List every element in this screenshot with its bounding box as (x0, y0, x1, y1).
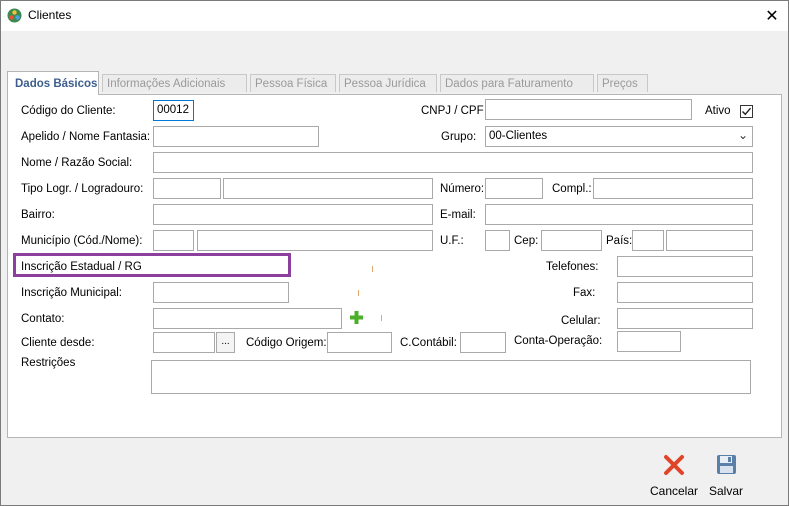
compl-label: Compl.: (552, 183, 592, 195)
bairro-field[interactable] (153, 204, 433, 225)
grupo-value: 00-Clientes (489, 130, 548, 142)
cep-field[interactable] (541, 230, 602, 251)
inscricao-municipal-field[interactable] (153, 282, 289, 303)
cnpj-field[interactable] (485, 99, 692, 120)
close-button[interactable]: ✕ (757, 2, 787, 30)
contato-label: Contato: (21, 313, 65, 325)
municipio-label: Município (Cód./Nome): (21, 235, 143, 247)
inscricao-estadual-highlight (13, 253, 291, 277)
conta-operacao-field[interactable] (617, 331, 681, 352)
tab-dados-faturamento[interactable]: Dados para Faturamento (440, 74, 594, 92)
uf-label: U.F.: (440, 235, 464, 247)
apelido-field[interactable] (153, 126, 319, 147)
nome-label: Nome / Razão Social: (21, 157, 133, 169)
uf-field[interactable] (485, 230, 510, 251)
pais-nome-field[interactable] (666, 230, 753, 251)
window-title: Clientes (28, 8, 72, 22)
tipo-logradouro-label: Tipo Logr. / Logradouro: (21, 183, 144, 195)
numero-field[interactable] (485, 178, 543, 199)
logradouro-field[interactable] (223, 178, 433, 199)
grupo-select[interactable]: 00-Clientes ⌄ (485, 126, 753, 147)
title-bar: Clientes ✕ (1, 1, 788, 31)
municipio-codigo-field[interactable] (153, 230, 194, 251)
compl-field[interactable] (593, 178, 753, 199)
tab-dados-basicos[interactable]: Dados Básicos (7, 71, 99, 95)
pais-label: País: (606, 235, 633, 247)
pais-codigo-field[interactable] (632, 230, 664, 251)
ativo-checkbox[interactable] (740, 105, 753, 118)
tab-precos[interactable]: Preços (597, 74, 648, 92)
contabil-label: C.Contábil: (400, 337, 457, 349)
cliente-desde-label: Cliente desde: (21, 337, 95, 349)
bairro-label: Bairro: (21, 209, 55, 221)
conta-operacao-label: Conta-Operação: (514, 335, 603, 347)
fax-label: Fax: (573, 287, 596, 299)
cnpj-label: CNPJ / CPF (421, 105, 484, 117)
celular-field[interactable] (617, 308, 753, 329)
date-picker-button[interactable]: ... (216, 332, 235, 353)
cliente-desde-field[interactable] (153, 332, 215, 353)
cancelar-label: Cancelar (649, 484, 699, 498)
grupo-label: Grupo: (441, 131, 477, 143)
tab-pessoa-fisica[interactable]: Pessoa Física (250, 74, 336, 92)
codigo-label: Código do Cliente: (21, 105, 116, 117)
numero-label: Número: (440, 183, 485, 195)
ativo-label: Ativo (705, 105, 731, 117)
tab-pessoa-juridica[interactable]: Pessoa Jurídica (339, 74, 437, 92)
codigo-origem-label: Código Origem: (246, 337, 327, 349)
clientes-window: Clientes ✕ Dados Básicos Informações Adi… (0, 0, 789, 506)
chevron-down-icon: ⌄ (737, 128, 748, 142)
salvar-button[interactable]: Salvar (706, 454, 746, 498)
email-field[interactable] (485, 204, 753, 225)
codigo-origem-field[interactable] (327, 332, 392, 353)
salvar-label: Salvar (708, 484, 743, 498)
save-icon (716, 455, 736, 474)
check-icon (742, 107, 752, 116)
restricoes-field[interactable] (151, 360, 751, 394)
inscricao-municipal-label: Inscrição Municipal: (21, 287, 122, 299)
marker-tick (358, 290, 359, 296)
email-label: E-mail: (440, 209, 476, 221)
cancel-icon (664, 455, 684, 475)
contato-field[interactable] (153, 308, 342, 329)
tipo-logradouro-field[interactable] (153, 178, 221, 199)
cancelar-button[interactable]: Cancelar (649, 454, 699, 498)
cep-label: Cep: (514, 235, 539, 247)
marker-tick (372, 266, 373, 272)
app-icon (7, 8, 22, 23)
telefones-label: Telefones: (546, 261, 599, 273)
codigo-field[interactable]: 00012 (153, 100, 194, 121)
fax-field[interactable] (617, 282, 753, 303)
celular-label: Celular: (561, 315, 601, 327)
nome-field[interactable] (153, 152, 753, 173)
tab-informacoes-adicionais[interactable]: Informações Adicionais (102, 74, 247, 92)
add-contact-icon[interactable] (349, 310, 364, 325)
marker-tick (381, 315, 382, 321)
contabil-field[interactable] (460, 332, 506, 353)
restricoes-label: Restrições (21, 357, 76, 369)
telefones-field[interactable] (617, 256, 753, 277)
close-icon: ✕ (765, 8, 779, 25)
municipio-nome-field[interactable] (197, 230, 433, 251)
apelido-label: Apelido / Nome Fantasia: (21, 131, 151, 143)
